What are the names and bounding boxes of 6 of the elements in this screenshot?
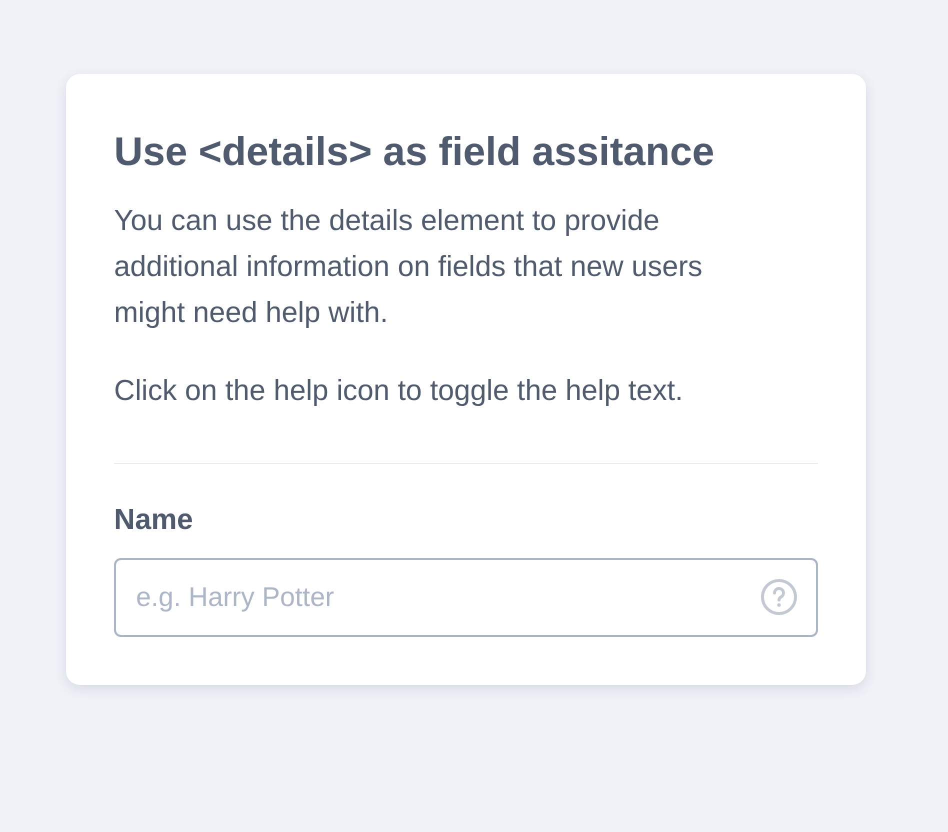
card-title: Use <details> as field assitance	[114, 129, 716, 176]
field-label: Name	[114, 503, 194, 538]
description-text: Click on the help icon to toggle the help text.	[114, 374, 684, 409]
description-text: You can use the details element to provide additional information on fields that new users might need help with.	[114, 204, 704, 331]
name-input-field[interactable]: e.g. Harry Potter	[114, 558, 818, 637]
help-icon[interactable]	[761, 579, 797, 615]
